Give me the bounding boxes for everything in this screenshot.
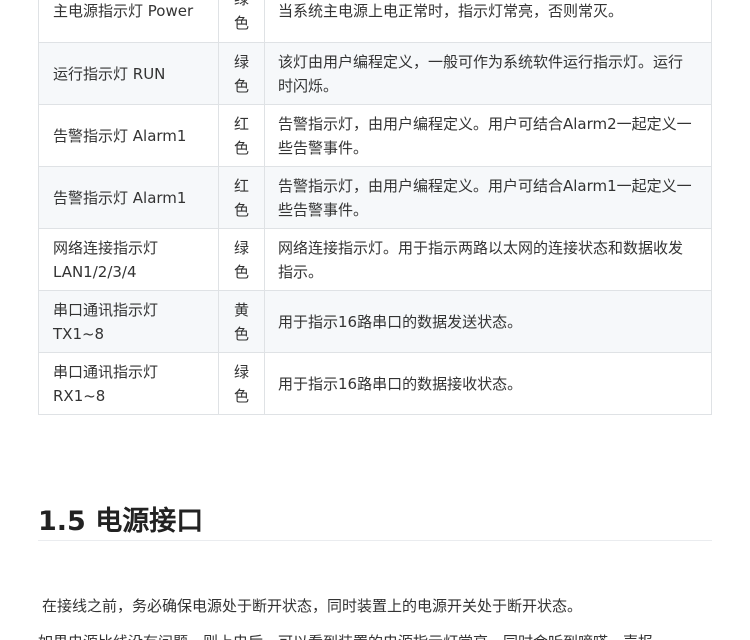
table-row: 告警指示灯 Alarm1 红色 告警指示灯，由用户编程定义。用户可结合Alarm… (38, 104, 712, 167)
indicator-color-text: 红色 (233, 176, 249, 219)
table-row: 告警指示灯 Alarm1 红色 告警指示灯，由用户编程定义。用户可结合Alarm… (38, 166, 712, 229)
body-paragraph: 在接线之前，务必确保电源处于断开状态，同时装置上的电源开关处于断开状态。 (42, 597, 583, 615)
indicator-name-cell: 运行指示灯 RUN (38, 42, 219, 105)
indicator-desc-cell: 当系统主电源上电正常时，指示灯常亮，否则常灭。 (264, 0, 712, 43)
indicator-name-cell: 网络连接指示灯 LAN1/2/3/4 (38, 228, 219, 291)
indicator-color-cell: 绿色 (218, 352, 265, 415)
table-row: 运行指示灯 RUN 绿色 该灯由用户编程定义，一般可作为系统软件运行指示灯。运行… (38, 42, 712, 105)
indicator-color-cell: 黄色 (218, 290, 265, 353)
indicator-color-cell: 绿色 (218, 0, 265, 43)
section-heading: 1.5 电源接口 (38, 506, 204, 537)
table-row: 串口通讯指示灯 RX1~8 绿色 用于指示16路串口的数据接收状态。 (38, 352, 712, 415)
indicator-name-cell: 串口通讯指示灯 RX1~8 (38, 352, 219, 415)
indicator-desc-cell: 该灯由用户编程定义，一般可作为系统软件运行指示灯。运行时闪烁。 (264, 42, 712, 105)
indicator-color-cell: 绿色 (218, 228, 265, 291)
indicator-name-cell: 告警指示灯 Alarm1 (38, 166, 219, 229)
indicator-name-cell: 串口通讯指示灯 TX1~8 (38, 290, 219, 353)
indicator-color-text: 红色 (233, 114, 249, 157)
indicator-desc-cell: 告警指示灯，由用户编程定义。用户可结合Alarm2一起定义一些告警事件。 (264, 104, 712, 167)
indicator-desc-cell: 用于指示16路串口的数据接收状态。 (264, 352, 712, 415)
indicator-color-text: 绿色 (233, 362, 249, 405)
indicator-name-cell: 主电源指示灯 Power (38, 0, 219, 43)
document-page: 主电源指示灯 Power 绿色 当系统主电源上电正常时，指示灯常亮，否则常灭。 … (0, 0, 750, 640)
led-indicator-table: 主电源指示灯 Power 绿色 当系统主电源上电正常时，指示灯常亮，否则常灭。 … (38, 0, 712, 415)
indicator-color-text: 黄色 (233, 300, 249, 343)
heading-divider (38, 540, 712, 541)
indicator-color-cell: 绿色 (218, 42, 265, 105)
indicator-color-text: 绿色 (233, 0, 249, 32)
indicator-desc-cell: 用于指示16路串口的数据发送状态。 (264, 290, 712, 353)
table-row: 串口通讯指示灯 TX1~8 黄色 用于指示16路串口的数据发送状态。 (38, 290, 712, 353)
indicator-color-text: 绿色 (233, 52, 249, 95)
indicator-desc-cell: 告警指示灯，由用户编程定义。用户可结合Alarm1一起定义一些告警事件。 (264, 166, 712, 229)
indicator-color-cell: 红色 (218, 104, 265, 167)
table-row: 网络连接指示灯 LAN1/2/3/4 绿色 网络连接指示灯。用于指示两路以太网的… (38, 228, 712, 291)
indicator-color-cell: 红色 (218, 166, 265, 229)
body-paragraph-truncated: 如果电源比线没有问题，则上电后，可以看到装置的电源指示灯常亮，同时会听到嘀嗒一声… (38, 630, 653, 640)
table-row: 主电源指示灯 Power 绿色 当系统主电源上电正常时，指示灯常亮，否则常灭。 (38, 0, 712, 43)
indicator-desc-cell: 网络连接指示灯。用于指示两路以太网的连接状态和数据收发指示。 (264, 228, 712, 291)
indicator-name-cell: 告警指示灯 Alarm1 (38, 104, 219, 167)
indicator-color-text: 绿色 (233, 238, 249, 281)
